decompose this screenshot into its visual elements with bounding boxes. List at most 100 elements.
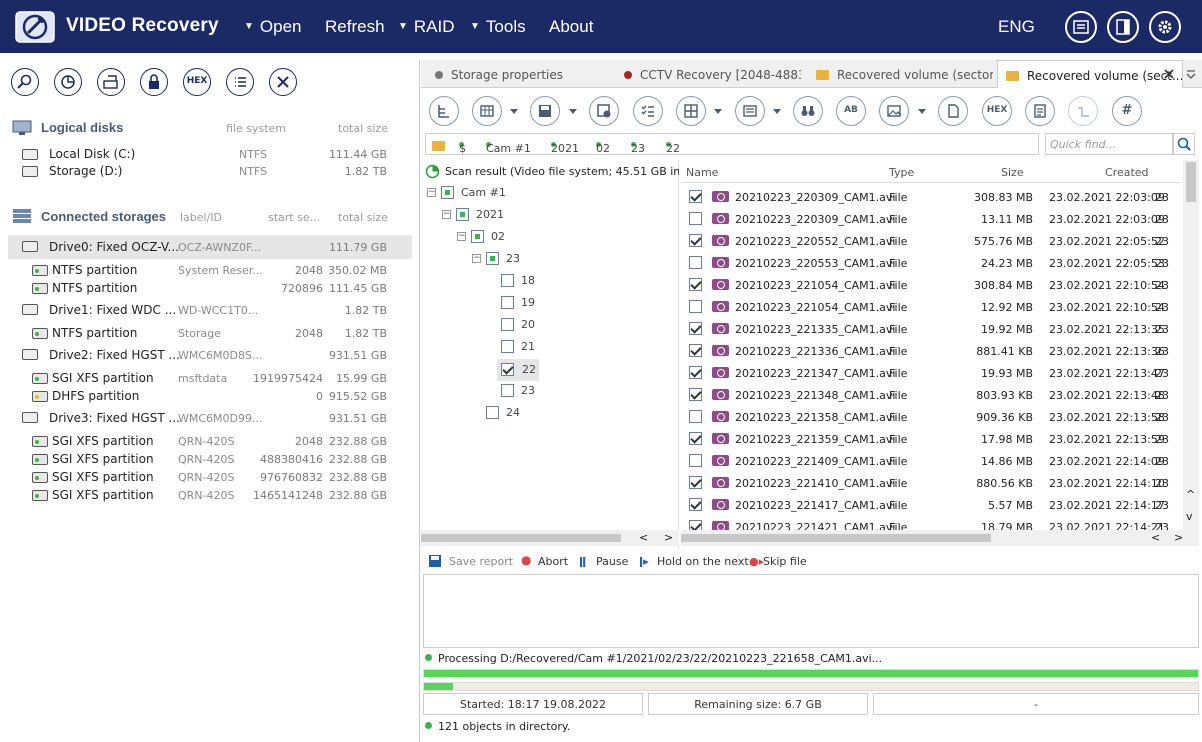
save-button[interactable]: [530, 96, 560, 126]
log-button[interactable]: [1065, 11, 1097, 43]
partition-row[interactable]: NTFS partition Storage 2048 1.82 TB: [8, 324, 412, 342]
table-row[interactable]: 20210223_220309_CAM1.avi File 308.83 MB 23.…: [685, 186, 1181, 208]
quick-find-input[interactable]: Quick find...: [1045, 133, 1173, 155]
scan-button[interactable]: [54, 68, 82, 96]
scroll-right-icon[interactable]: >: [1174, 531, 1183, 544]
view-mode-button[interactable]: [472, 96, 502, 126]
close-tab-icon[interactable]: [1163, 68, 1175, 80]
table-row[interactable]: 20210223_221410_CAM1.avi File 880.56 KB 23.…: [685, 472, 1181, 494]
hex-view-button[interactable]: HEX: [982, 96, 1012, 126]
col-name[interactable]: Name: [686, 166, 718, 179]
tab-recovered-volume-1[interactable]: Recovered volume (sector 2...: [808, 60, 993, 88]
panel-toggle-button[interactable]: [1107, 11, 1139, 43]
menu-open[interactable]: ▼ Open: [244, 17, 302, 37]
language-selector[interactable]: ENG: [998, 17, 1035, 37]
table-row[interactable]: 20210223_221336_CAM1.avi File 881.41 KB 23.…: [685, 340, 1181, 362]
tab-storage-properties[interactable]: Storage properties: [427, 60, 612, 88]
menu-refresh[interactable]: Refresh: [325, 17, 385, 37]
row-checkbox[interactable]: [689, 278, 702, 291]
partition-row[interactable]: NTFS partition System Reser... 2048 350.…: [8, 261, 412, 279]
menu-raid[interactable]: ▼ RAID: [398, 17, 455, 37]
table-row[interactable]: 20210223_221409_CAM1.avi File 14.86 MB 23.0…: [685, 450, 1181, 472]
tree-node[interactable]: 24: [472, 405, 532, 423]
table-row[interactable]: 20210223_221054_CAM1.avi File 308.84 MB 23.…: [685, 274, 1181, 296]
table-row[interactable]: 20210223_221335_CAM1.avi File 19.92 MB 23.0…: [685, 318, 1181, 340]
properties-button[interactable]: [1025, 96, 1055, 126]
partition-row[interactable]: SGI XFS partition QRN-420S 2048 232.88 G…: [8, 432, 412, 450]
pause-button[interactable]: Pause: [596, 555, 628, 568]
table-row[interactable]: 20210223_220552_CAM1.avi File 575.76 MB 23.…: [685, 230, 1181, 252]
export-button[interactable]: [1068, 96, 1098, 126]
tab-list-icon[interactable]: [1185, 69, 1197, 81]
tree-node[interactable]: 19: [487, 295, 547, 313]
settings-button[interactable]: [1149, 11, 1181, 43]
file-v-scrollbar[interactable]: ^ v: [1183, 160, 1199, 530]
table-row[interactable]: 20210223_221358_CAM1.avi File 909.36 KB 23.…: [685, 406, 1181, 428]
row-checkbox[interactable]: [689, 344, 702, 357]
partition-row[interactable]: DHFS partition 0 915.52 GB: [8, 387, 412, 405]
tree-node[interactable]: 20: [487, 317, 547, 335]
col-type[interactable]: Type: [889, 166, 914, 179]
table-row[interactable]: 20210223_220553_CAM1.avi File 24.23 MB 23.0…: [685, 252, 1181, 274]
drive-row[interactable]: Drive3: Fixed HGST ... WMC6M0D99... 931.…: [8, 406, 412, 430]
file-h-scrollbar[interactable]: < >: [681, 530, 1199, 546]
tree-h-scrollbar[interactable]: < >: [421, 530, 679, 546]
tree-view-button[interactable]: [429, 96, 459, 126]
row-checkbox[interactable]: [689, 498, 702, 511]
menu-tools[interactable]: ▼ Tools: [470, 17, 526, 37]
image-view-button[interactable]: [879, 96, 909, 126]
drive-row[interactable]: Drive1: Fixed WDC ... WD-WCC1T0... 1.82 …: [8, 298, 412, 322]
scroll-left-icon[interactable]: <: [639, 531, 648, 544]
row-checkbox[interactable]: [689, 454, 702, 467]
tree-node[interactable]: 23: [487, 383, 547, 401]
table-row[interactable]: 20210223_221359_CAM1.avi File 17.98 MB 23.0…: [685, 428, 1181, 450]
hold-button[interactable]: Hold on the next: [657, 555, 749, 568]
row-checkbox[interactable]: [689, 322, 702, 335]
quick-find-button[interactable]: [1173, 133, 1195, 155]
list-button[interactable]: [226, 68, 254, 96]
table-row[interactable]: 20210223_220309_CAM1.avi File 13.11 MB 23.0…: [685, 208, 1181, 230]
tree-node[interactable]: −02: [457, 229, 577, 247]
close-storage-button[interactable]: [269, 68, 297, 96]
row-checkbox[interactable]: [689, 388, 702, 401]
menu-about[interactable]: About: [549, 17, 593, 37]
dropdown-arrow-icon[interactable]: [569, 109, 577, 114]
table-row[interactable]: 20210223_221348_CAM1.avi File 803.93 KB 23.…: [685, 384, 1181, 406]
mark-list-button[interactable]: [633, 96, 663, 126]
drive-row[interactable]: Drive0: Fixed OCZ-V... OCZ-AWNZ0F... 111…: [8, 235, 412, 259]
drive-row[interactable]: Drive2: Fixed HGST ... WMC6M0D8S... 931.…: [8, 343, 412, 367]
thumbnails-button[interactable]: [676, 96, 706, 126]
partition-row[interactable]: SGI XFS partition QRN-420S 976760832 232…: [8, 468, 412, 486]
dropdown-arrow-icon[interactable]: [918, 109, 926, 114]
row-checkbox[interactable]: [689, 190, 702, 203]
abort-button[interactable]: Abort: [538, 555, 568, 568]
scroll-left-icon[interactable]: <: [1151, 531, 1160, 544]
partition-row[interactable]: SGI XFS partition QRN-420S 1465141248 23…: [8, 486, 412, 504]
scroll-down-icon[interactable]: v: [1186, 510, 1193, 523]
tree-node[interactable]: 21: [487, 339, 547, 357]
skip-button[interactable]: Skip file: [763, 555, 807, 568]
scroll-up-icon[interactable]: ^: [1186, 488, 1195, 501]
dropdown-arrow-icon[interactable]: [773, 109, 781, 114]
partition-row[interactable]: SGI XFS partition msftdata 1919975424 15…: [8, 369, 412, 387]
save-report-button[interactable]: Save report: [449, 555, 513, 568]
dropdown-arrow-icon[interactable]: [510, 109, 518, 114]
scroll-right-icon[interactable]: >: [664, 531, 673, 544]
partition-row[interactable]: SGI XFS partition QRN-420S 488380416 232…: [8, 450, 412, 468]
hex-button[interactable]: HEX: [183, 68, 211, 96]
tree-node[interactable]: −23: [472, 251, 592, 269]
table-row[interactable]: 20210223_221347_CAM1.avi File 19.93 MB 23.0…: [685, 362, 1181, 384]
text-search-button[interactable]: AB: [836, 96, 866, 126]
logical-disk-row[interactable]: Local Disk (C:) NTFS 111.44 GB: [8, 145, 412, 163]
col-size[interactable]: Size: [1001, 166, 1024, 179]
partition-row[interactable]: NTFS partition 720896 111.45 GB: [8, 279, 412, 297]
tree-node[interactable]: − Cam #1: [427, 185, 547, 203]
tree-node[interactable]: −2021: [442, 207, 562, 225]
encryption-button[interactable]: [140, 68, 168, 96]
row-checkbox[interactable]: [689, 476, 702, 489]
row-checkbox[interactable]: [689, 256, 702, 269]
hash-button[interactable]: #: [1112, 96, 1142, 126]
row-checkbox[interactable]: [689, 212, 702, 225]
row-checkbox[interactable]: [689, 366, 702, 379]
tab-recovered-volume-2[interactable]: Recovered volume (sect...: [997, 60, 1183, 88]
